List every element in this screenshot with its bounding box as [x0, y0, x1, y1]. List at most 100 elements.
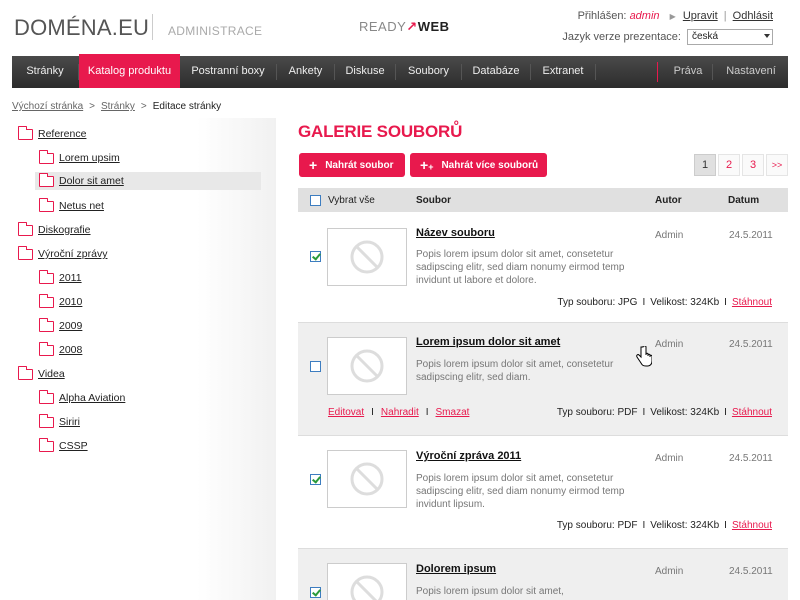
- pager-page-2[interactable]: 2: [718, 154, 740, 176]
- file-actions: Editovat I Nahradit I Smazat: [328, 407, 469, 418]
- breadcrumb-pages[interactable]: Stránky: [101, 101, 135, 112]
- no-image-icon: [350, 462, 384, 496]
- tree-item-videa[interactable]: Videa: [18, 365, 65, 383]
- language-select[interactable]: česká: [687, 29, 773, 45]
- file-thumbnail[interactable]: [327, 563, 407, 600]
- no-image-icon: [350, 575, 384, 600]
- file-meta: Typ souboru: PDF I Velikost: 324Kb I Stáhnou…: [557, 520, 772, 531]
- breadcrumb-current: Editace stránky: [152, 101, 222, 112]
- nav-item-extranet[interactable]: Extranet: [531, 56, 595, 88]
- upload-multiple-button[interactable]: ++ Nahrát více souborů: [410, 153, 547, 177]
- table-header: Vybrat vše Soubor Autor Datum: [298, 188, 788, 212]
- column-date: Datum: [728, 195, 760, 206]
- divider: I: [425, 407, 429, 418]
- tree-item-2008[interactable]: 2008: [39, 341, 82, 359]
- no-image-icon: [350, 240, 384, 274]
- nav-item-nastaveni[interactable]: Nastavení: [716, 56, 786, 88]
- tree-item-reference[interactable]: Reference: [18, 125, 86, 143]
- download-link[interactable]: Stáhnout: [732, 297, 772, 308]
- page-title: GALERIE SOUBORŮ: [298, 122, 463, 141]
- download-link[interactable]: Stáhnout: [732, 520, 772, 531]
- upload-file-button[interactable]: + Nahrát soubor: [299, 153, 405, 177]
- edit-link[interactable]: Editovat: [328, 407, 364, 418]
- tree-item-label: 2010: [59, 296, 83, 308]
- download-link[interactable]: Stáhnout: [732, 407, 772, 418]
- file-thumbnail[interactable]: [327, 450, 407, 508]
- breadcrumb-home[interactable]: Výchozí stránka: [12, 101, 83, 112]
- file-title[interactable]: Název souboru: [416, 227, 495, 239]
- pager-next[interactable]: >>: [766, 154, 788, 176]
- row-checkbox[interactable]: [310, 361, 321, 372]
- tree-item-alpha-aviation[interactable]: Alpha Aviation: [39, 389, 125, 407]
- file-description: Popis lorem ipsum dolor sit amet, conset…: [416, 473, 625, 510]
- divider: I: [724, 407, 727, 418]
- folder-icon: [39, 317, 54, 332]
- tree-item-label: Alpha Aviation: [59, 392, 126, 404]
- tree-item-label: Výroční zprávy: [38, 248, 108, 260]
- table-row: Výroční zpráva 2011 Popis lorem ipsum do…: [298, 436, 788, 548]
- tree-item-lorem-upsim[interactable]: Lorem upsim: [39, 149, 120, 167]
- tree-item-dolor-sit-amet[interactable]: Dolor sit amet: [35, 172, 261, 190]
- nav-item-diskuse[interactable]: Diskuse: [335, 56, 395, 88]
- logo[interactable]: DOMÉNA.EU: [14, 15, 149, 41]
- file-date: 24.5.2011: [729, 230, 773, 241]
- delete-link[interactable]: Smazat: [436, 407, 470, 418]
- tree-item-label: 2009: [59, 320, 83, 332]
- select-all-label[interactable]: Vybrat vše: [328, 195, 375, 206]
- tree-item-label: Lorem upsim: [59, 152, 120, 164]
- nav-item-katalog[interactable]: Katalog produktu: [79, 54, 180, 88]
- logout-link[interactable]: Odhlásit: [733, 10, 773, 22]
- logo-separator: [152, 14, 153, 40]
- tree-item-siriri[interactable]: Siriri: [39, 413, 80, 431]
- file-thumbnail[interactable]: [327, 337, 407, 395]
- file-title[interactable]: Dolorem ipsum: [416, 563, 496, 575]
- tree-item-2010[interactable]: 2010: [39, 293, 82, 311]
- brand-left: READY: [359, 19, 407, 34]
- folder-icon: [39, 437, 54, 452]
- upload-file-label: Nahrát soubor: [325, 159, 394, 171]
- folder-icon: [39, 269, 54, 284]
- folder-icon: [39, 341, 54, 356]
- file-size: Velikost: 324Kb: [650, 407, 720, 418]
- column-file: Soubor: [416, 195, 451, 206]
- replace-link[interactable]: Nahradit: [381, 407, 419, 418]
- nav-item-prava[interactable]: Práva: [664, 56, 712, 88]
- tree-item-label: Diskografie: [38, 224, 91, 236]
- table-row: Dolorem ipsum Popis lorem ipsum dolor si…: [298, 549, 788, 600]
- file-date: 24.5.2011: [729, 566, 773, 577]
- file-title[interactable]: Lorem ipsum dolor sit amet: [416, 336, 560, 348]
- tree-item-diskografie[interactable]: Diskografie: [18, 221, 91, 239]
- nav-item-databaze[interactable]: Databáze: [462, 56, 530, 88]
- pager-page-3[interactable]: 3: [742, 154, 764, 176]
- file-thumbnail[interactable]: [327, 228, 407, 286]
- row-checkbox[interactable]: [310, 251, 321, 262]
- tree-item-2011[interactable]: 2011: [39, 269, 82, 287]
- login-label: Přihlášen:: [577, 10, 627, 22]
- nav-item-postranni-boxy[interactable]: Postranní boxy: [180, 56, 276, 88]
- file-type: Typ souboru: PDF: [556, 407, 638, 418]
- pager-page-1[interactable]: 1: [694, 154, 716, 176]
- admin-label: ADMINISTRACE: [168, 24, 263, 38]
- file-author: Admin: [655, 453, 684, 464]
- tree-item-cssp[interactable]: CSSP: [39, 437, 88, 455]
- brand-arrow-icon: ↗: [406, 19, 418, 34]
- folder-icon: [39, 413, 54, 428]
- tree-item-vyrocni-zpravy[interactable]: Výroční zprávy: [18, 245, 107, 263]
- row-checkbox[interactable]: [310, 474, 321, 485]
- folder-icon: [39, 197, 54, 212]
- nav-item-ankety[interactable]: Ankety: [277, 56, 334, 88]
- tree-item-netus-net[interactable]: Netus net: [39, 197, 104, 215]
- nav-item-soubory[interactable]: Soubory: [396, 56, 461, 88]
- edit-profile-link[interactable]: Upravit: [683, 10, 718, 22]
- tree-item-2009[interactable]: 2009: [39, 317, 82, 335]
- folder-icon: [39, 293, 54, 308]
- login-info: Přihlášen: admin ▶ Upravit | Odhlásit: [578, 10, 773, 22]
- select-all-checkbox[interactable]: [310, 195, 321, 206]
- file-title[interactable]: Výroční zpráva 2011: [416, 450, 521, 462]
- row-checkbox[interactable]: [310, 587, 321, 598]
- nav-item-stranky[interactable]: Stránky: [12, 56, 78, 88]
- divider: I: [642, 297, 646, 308]
- divider: I: [371, 407, 374, 418]
- file-type: Typ souboru: PDF: [556, 520, 638, 531]
- folder-icon: [39, 149, 54, 164]
